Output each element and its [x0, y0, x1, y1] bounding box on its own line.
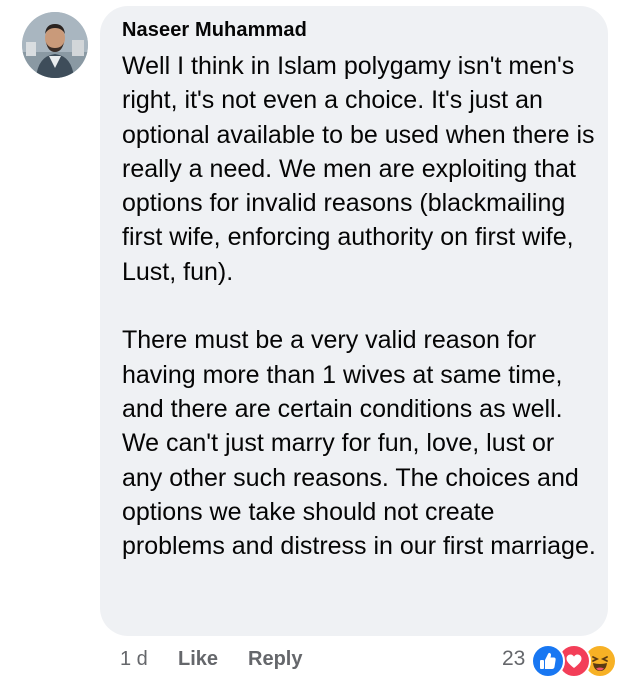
like-button[interactable]: Like	[178, 644, 218, 674]
comment-bubble: Naseer Muhammad Well I think in Islam po…	[100, 6, 608, 636]
comment-paragraph-1: Well I think in Islam polygamy isn't men…	[122, 52, 595, 286]
comment-body: Well I think in Islam polygamy isn't men…	[122, 49, 598, 563]
comment-author[interactable]: Naseer Muhammad	[122, 19, 307, 42]
reply-button[interactable]: Reply	[248, 644, 302, 674]
profile-photo	[22, 12, 88, 78]
reaction-icons	[531, 642, 618, 678]
comment-paragraph-2: There must be a very valid reason for ha…	[122, 326, 596, 561]
reaction-summary[interactable]: 23	[502, 642, 618, 678]
reaction-count: 23	[502, 647, 526, 670]
comment-thread: Naseer Muhammad Well I think in Islam po…	[0, 0, 640, 688]
like-icon	[531, 644, 566, 678]
comment-timestamp[interactable]: 1 d	[120, 644, 148, 674]
avatar[interactable]	[22, 12, 88, 78]
